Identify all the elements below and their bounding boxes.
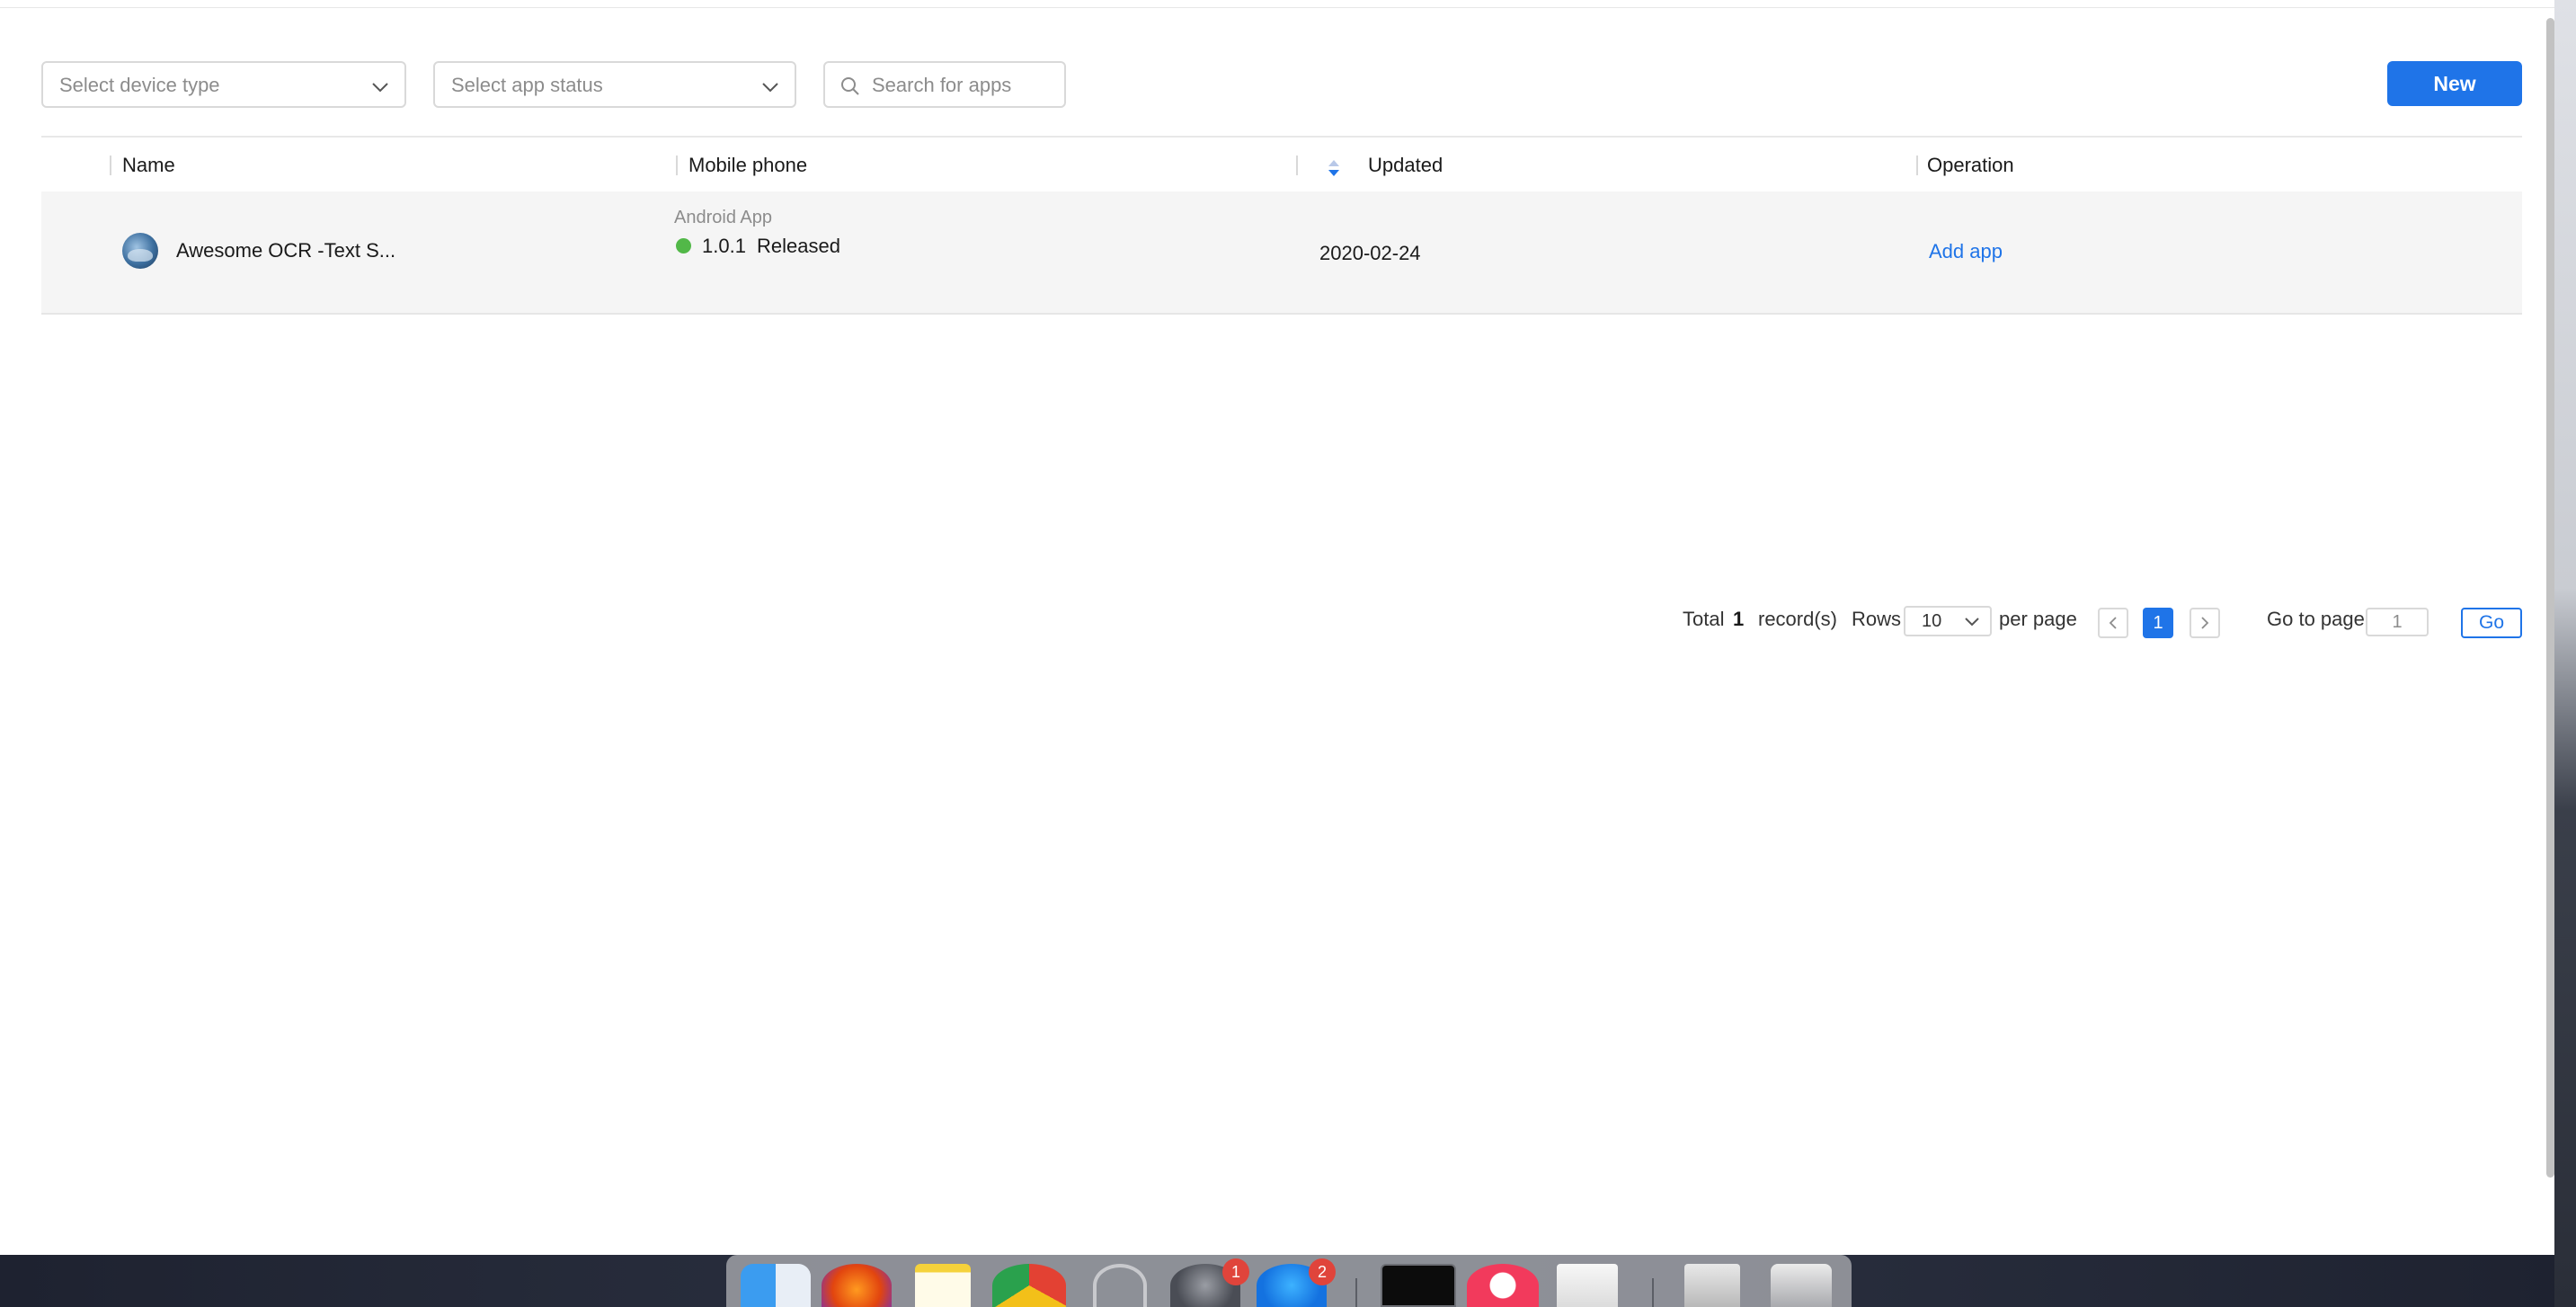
help-icon[interactable] (1093, 1264, 1147, 1307)
notification-badge: 1 (1222, 1258, 1249, 1285)
app-status-select[interactable]: Select app status (433, 61, 796, 108)
dock-divider (1355, 1278, 1357, 1307)
column-mobile-phone: Mobile phone (688, 154, 808, 176)
column-operation: Operation (1927, 154, 2014, 176)
device-type-select[interactable]: Select device type (41, 61, 406, 108)
dock: 1 2 (726, 1255, 1852, 1307)
search-placeholder: Search for apps (872, 74, 1012, 96)
device-type-placeholder: Select device type (59, 74, 220, 96)
chevron-down-icon (762, 83, 778, 93)
platform-label: Android App (674, 208, 772, 227)
rows-value: 10 (1922, 611, 1942, 631)
updated-date: 2020-02-24 (1319, 242, 1421, 264)
total-count: 1 (1733, 608, 1745, 630)
records-label: record(s) (1758, 608, 1838, 630)
prev-page-button[interactable] (2098, 608, 2128, 638)
music-icon[interactable] (1467, 1264, 1539, 1307)
table-row[interactable]: Awesome OCR -Text S... Android App 1.0.1… (41, 191, 2522, 315)
page-1-button[interactable]: 1 (2143, 608, 2173, 638)
dock-divider (1652, 1278, 1654, 1307)
app-icon (122, 233, 158, 269)
chevron-right-icon (2201, 617, 2209, 629)
sort-icon[interactable] (1327, 157, 1341, 179)
scrollbar[interactable] (2546, 18, 2554, 1178)
trash-icon[interactable] (1771, 1264, 1832, 1307)
table-header: Name Mobile phone Updated Operation (41, 136, 2522, 193)
rows-per-page-select[interactable]: 10 (1904, 606, 1992, 636)
desktop-edge (2554, 0, 2576, 1307)
rows-label: Rows (1852, 608, 1902, 630)
column-separator (1916, 156, 1918, 175)
chrome-icon[interactable] (992, 1264, 1066, 1307)
finder-icon[interactable] (741, 1264, 811, 1307)
app-name[interactable]: Awesome OCR -Text S... (176, 239, 395, 262)
column-separator (676, 156, 678, 175)
add-app-link[interactable]: Add app (1929, 240, 2003, 263)
goto-page-input[interactable]: 1 (2366, 608, 2429, 636)
app-status-placeholder: Select app status (451, 74, 603, 96)
firefox-icon[interactable] (822, 1264, 892, 1307)
chevron-down-icon (372, 83, 388, 93)
chevron-down-icon (1965, 618, 1979, 627)
goto-label: Go to page (2267, 608, 2365, 630)
search-input[interactable]: Search for apps (823, 61, 1066, 108)
new-button[interactable]: New (2387, 61, 2522, 106)
notes-icon[interactable] (915, 1264, 971, 1307)
textedit-icon[interactable] (1557, 1264, 1618, 1307)
go-button[interactable]: Go (2461, 608, 2522, 638)
status-dot-icon (676, 238, 691, 253)
column-name: Name (122, 154, 175, 176)
system-preferences-icon[interactable]: 1 (1170, 1258, 1249, 1307)
notification-badge: 2 (1309, 1258, 1336, 1285)
top-border (0, 0, 2554, 8)
terminal-icon[interactable] (1381, 1264, 1456, 1307)
column-separator (110, 156, 111, 175)
app-store-icon[interactable]: 2 (1257, 1258, 1336, 1307)
column-updated[interactable]: Updated (1368, 154, 1443, 177)
next-page-button[interactable] (2190, 608, 2220, 638)
per-page-label: per page (1999, 608, 2077, 630)
search-icon (841, 77, 859, 95)
status-label: Released (757, 235, 840, 257)
version-label: 1.0.1 (702, 235, 746, 257)
column-separator (1296, 156, 1298, 175)
total-label: Total (1683, 608, 1725, 630)
chevron-left-icon (2109, 617, 2117, 629)
documents-icon[interactable] (1684, 1264, 1740, 1307)
